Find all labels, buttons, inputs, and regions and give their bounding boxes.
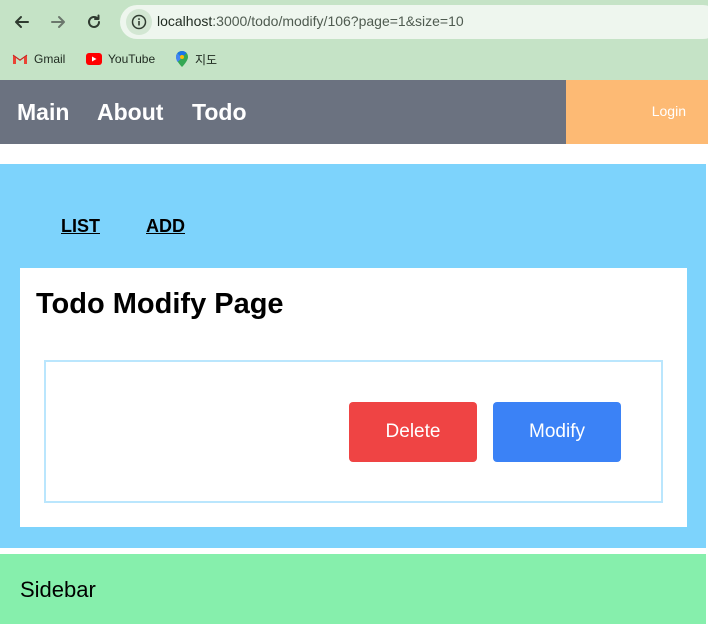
bookmark-youtube[interactable]: YouTube <box>86 50 155 68</box>
login-area: Login <box>566 80 708 144</box>
bookmark-label: 지도 <box>195 52 218 67</box>
modify-button[interactable]: Modify <box>493 402 621 462</box>
browser-toolbar: localhost:3000/todo/modify/106?page=1&si… <box>0 0 708 81</box>
app-header: Main About Todo Login <box>0 80 708 144</box>
bookmark-maps[interactable]: 지도 <box>175 50 217 68</box>
add-link[interactable]: ADD <box>146 216 185 237</box>
info-icon <box>131 14 147 30</box>
forward-button[interactable] <box>46 10 70 34</box>
nav-main-link[interactable]: Main <box>17 99 69 126</box>
reload-icon <box>88 14 100 28</box>
page-title: Todo Modify Page <box>36 288 284 320</box>
button-container: Delete Modify <box>44 360 663 503</box>
reload-button[interactable] <box>82 10 106 34</box>
main-content: LIST ADD Todo Modify Page Delete Modify <box>0 164 706 548</box>
url-path: :3000/todo/modify/106?page=1&size=10 <box>212 13 464 29</box>
bookmark-label: Gmail <box>34 52 66 66</box>
delete-button[interactable]: Delete <box>349 402 477 462</box>
site-info-button[interactable] <box>126 9 152 35</box>
nav-about-link[interactable]: About <box>97 99 163 126</box>
sidebar: Sidebar <box>0 554 706 624</box>
forward-arrow-icon <box>51 16 65 28</box>
maps-icon <box>175 51 189 67</box>
list-link[interactable]: LIST <box>61 216 100 237</box>
url-host: localhost <box>157 13 213 29</box>
address-bar[interactable]: localhost:3000/todo/modify/106?page=1&si… <box>120 5 708 39</box>
back-button[interactable] <box>10 10 34 34</box>
sidebar-label: Sidebar <box>20 577 96 602</box>
nav-todo-link[interactable]: Todo <box>192 99 247 126</box>
url-text[interactable]: localhost:3000/todo/modify/106?page=1&si… <box>157 13 464 29</box>
bookmark-label: YouTube <box>108 52 156 66</box>
gmail-icon <box>12 53 28 65</box>
modify-card: Todo Modify Page Delete Modify <box>20 268 687 527</box>
login-button[interactable]: Login <box>652 103 686 119</box>
back-arrow-icon <box>15 16 29 28</box>
bookmark-gmail[interactable]: Gmail <box>12 50 65 68</box>
youtube-icon <box>86 53 102 65</box>
